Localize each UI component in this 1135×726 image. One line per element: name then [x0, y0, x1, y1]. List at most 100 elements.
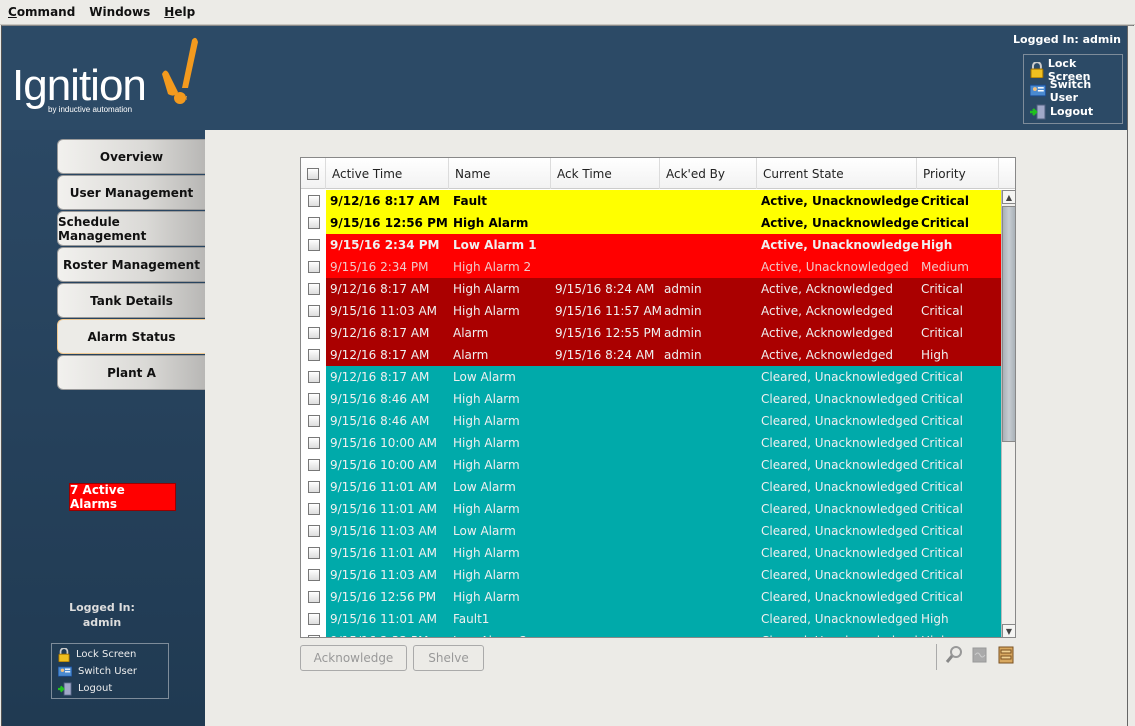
table-row[interactable]: 9/15/16 11:01 AM High Alarm Cleared, Unack… — [301, 542, 1001, 564]
row-cells: 9/12/16 8:17 AM Alarm 9/15/16 8:24 AM admin… — [326, 344, 1001, 366]
row-checkbox-cell — [301, 278, 326, 300]
row-checkbox[interactable] — [307, 459, 320, 471]
table-row[interactable]: 9/12/16 8:17 AM Fault Active, Unacknowledg… — [301, 190, 1001, 212]
acknowledge-button[interactable]: Acknowledge — [300, 645, 407, 671]
sidebar-switch-user-button[interactable]: Switch User — [58, 663, 168, 680]
row-checkbox[interactable] — [307, 195, 320, 207]
nav-schedule-management[interactable]: Schedule Management — [57, 211, 205, 246]
cell-acked-by — [664, 190, 758, 212]
table-row[interactable]: 9/15/16 10:00 AM High Alarm Cleared, Unack… — [301, 432, 1001, 454]
row-cells: 9/12/16 8:17 AM Alarm 9/15/16 12:55 PM admi… — [326, 322, 1001, 344]
table-row[interactable]: 9/15/16 11:01 AM Fault1 Cleared, Unacknowl… — [301, 608, 1001, 630]
table-row[interactable]: 9/15/16 2:34 PM Low Alarm 1 Active, Unackn… — [301, 234, 1001, 256]
select-all-checkbox[interactable] — [307, 167, 319, 180]
row-checkbox[interactable] — [307, 415, 320, 427]
cell-active-time: 9/15/16 11:03 AM — [330, 304, 438, 318]
sidebar-logout-button[interactable]: Logout — [58, 680, 168, 697]
table-row[interactable]: 9/15/16 2:33 PM Low Alarm 2 Cleared, Unack… — [301, 630, 1001, 637]
table-row[interactable]: 9/15/16 11:03 AM Low Alarm Cleared, Unackn… — [301, 520, 1001, 542]
row-checkbox[interactable] — [307, 525, 320, 537]
sidebar-lock-screen-button[interactable]: Lock Screen — [58, 646, 168, 663]
row-checkbox[interactable] — [307, 569, 320, 581]
row-checkbox[interactable] — [307, 503, 320, 515]
nav-plant-a[interactable]: Plant A — [57, 355, 205, 390]
column-acked-by[interactable]: Ack'ed By — [660, 158, 757, 189]
scroll-down-arrow-icon[interactable]: ▼ — [1002, 624, 1015, 637]
row-checkbox[interactable] — [307, 481, 320, 493]
table-row[interactable]: 9/15/16 11:01 AM High Alarm Cleared, Unack… — [301, 498, 1001, 520]
table-row[interactable]: 9/15/16 8:46 AM High Alarm Cleared, Unackn… — [301, 388, 1001, 410]
switch-user-icon — [58, 665, 72, 677]
column-active-time[interactable]: Active Time — [326, 158, 449, 189]
table-row[interactable]: 9/15/16 11:03 AM High Alarm 9/15/16 11:57 … — [301, 300, 1001, 322]
cell-active-time: 9/15/16 2:33 PM — [330, 630, 448, 637]
cell-acked-by — [664, 410, 758, 432]
row-cells: 9/12/16 8:17 AM Low Alarm Cleared, Unackno… — [326, 366, 1001, 388]
table-row[interactable]: 9/12/16 8:17 AM Alarm 9/15/16 8:24 AM admin… — [301, 344, 1001, 366]
row-checkbox[interactable] — [307, 437, 320, 449]
menu-help[interactable]: Help — [164, 5, 195, 19]
row-checkbox[interactable] — [307, 613, 320, 625]
nav-alarm-status[interactable]: Alarm Status — [57, 319, 205, 354]
cell-current-state: Cleared, Unacknowledged — [761, 546, 918, 560]
table-row[interactable]: 9/15/16 11:01 AM Low Alarm Cleared, Unackn… — [301, 476, 1001, 498]
cell-ack-time — [555, 410, 661, 432]
nav-user-management[interactable]: User Management — [57, 175, 205, 210]
cell-current-state: Active, Acknowledged — [761, 348, 894, 362]
filter-icon[interactable] — [971, 646, 989, 664]
logout-icon — [1030, 104, 1046, 119]
menu-windows[interactable]: Windows — [89, 5, 150, 19]
nav-roster-management[interactable]: Roster Management — [57, 247, 205, 282]
row-checkbox[interactable] — [307, 371, 320, 383]
header-switch-user-button[interactable]: Switch User — [1030, 78, 1122, 104]
row-checkbox[interactable] — [307, 327, 320, 339]
cell-current-state: Cleared, Unacknowledged — [761, 392, 918, 406]
table-row[interactable]: 9/15/16 12:56 PM High Alarm Active, Unackn… — [301, 212, 1001, 234]
row-checkbox-cell — [301, 520, 326, 542]
cell-active-time: 9/12/16 8:17 AM — [330, 282, 430, 296]
active-alarms-badge[interactable]: 7 Active Alarms — [69, 483, 176, 511]
row-cells: 9/15/16 10:00 AM High Alarm Cleared, Unack… — [326, 432, 1001, 454]
row-cells: 9/15/16 11:03 AM Low Alarm Cleared, Unackn… — [326, 520, 1001, 542]
cell-current-state: Active, Unacknowledged — [761, 260, 909, 274]
column-current-state[interactable]: Current State — [757, 158, 917, 189]
row-checkbox[interactable] — [307, 217, 320, 229]
row-checkbox[interactable] — [307, 283, 320, 295]
table-row[interactable]: 9/15/16 11:03 AM High Alarm Cleared, Unack… — [301, 564, 1001, 586]
table-row[interactable]: 9/12/16 8:17 AM High Alarm 9/15/16 8:24 AM… — [301, 278, 1001, 300]
row-checkbox[interactable] — [307, 547, 320, 559]
row-checkbox[interactable] — [307, 635, 320, 637]
shelf-icon[interactable] — [997, 646, 1015, 664]
table-row[interactable]: 9/15/16 8:46 AM High Alarm Cleared, Unackn… — [301, 410, 1001, 432]
scroll-thumb[interactable] — [1002, 206, 1015, 442]
table-row[interactable]: 9/12/16 8:17 AM Low Alarm Cleared, Unackno… — [301, 366, 1001, 388]
magnifier-icon[interactable] — [945, 646, 963, 664]
nav-overview[interactable]: Overview — [57, 139, 205, 174]
cell-current-state: Active, Acknowledged — [761, 304, 894, 318]
column-ack-time[interactable]: Ack Time — [551, 158, 660, 189]
cell-ack-time — [555, 454, 661, 476]
row-checkbox[interactable] — [307, 261, 320, 273]
menu-command[interactable]: Command — [8, 5, 75, 19]
table-row[interactable]: 9/15/16 12:56 PM High Alarm Cleared, Unack… — [301, 586, 1001, 608]
nav-tank-details[interactable]: Tank Details — [57, 283, 205, 318]
cell-priority: Critical — [921, 282, 963, 296]
table-row[interactable]: 9/15/16 10:00 AM High Alarm Cleared, Unack… — [301, 454, 1001, 476]
column-name[interactable]: Name — [449, 158, 551, 189]
cell-current-state: Cleared, Unacknowledged — [761, 612, 918, 626]
row-checkbox[interactable] — [307, 393, 320, 405]
cell-priority: Critical — [921, 502, 963, 516]
row-checkbox[interactable] — [307, 305, 320, 317]
scroll-up-arrow-icon[interactable]: ▲ — [1002, 190, 1015, 204]
table-row[interactable]: 9/15/16 2:34 PM High Alarm 2 Active, Unack… — [301, 256, 1001, 278]
header-logout-button[interactable]: Logout — [1030, 101, 1122, 122]
shelve-button[interactable]: Shelve — [413, 645, 484, 671]
row-cells: 9/15/16 11:01 AM Fault1 Cleared, Unacknowl… — [326, 608, 1001, 630]
column-priority[interactable]: Priority — [917, 158, 999, 189]
cell-current-state: Cleared, Unacknowledged — [761, 524, 918, 538]
row-checkbox[interactable] — [307, 239, 320, 251]
table-row[interactable]: 9/12/16 8:17 AM Alarm 9/15/16 12:55 PM admi… — [301, 322, 1001, 344]
row-checkbox[interactable] — [307, 349, 320, 361]
table-scrollbar[interactable]: ▲ ▼ — [1001, 190, 1015, 637]
row-checkbox[interactable] — [307, 591, 320, 603]
